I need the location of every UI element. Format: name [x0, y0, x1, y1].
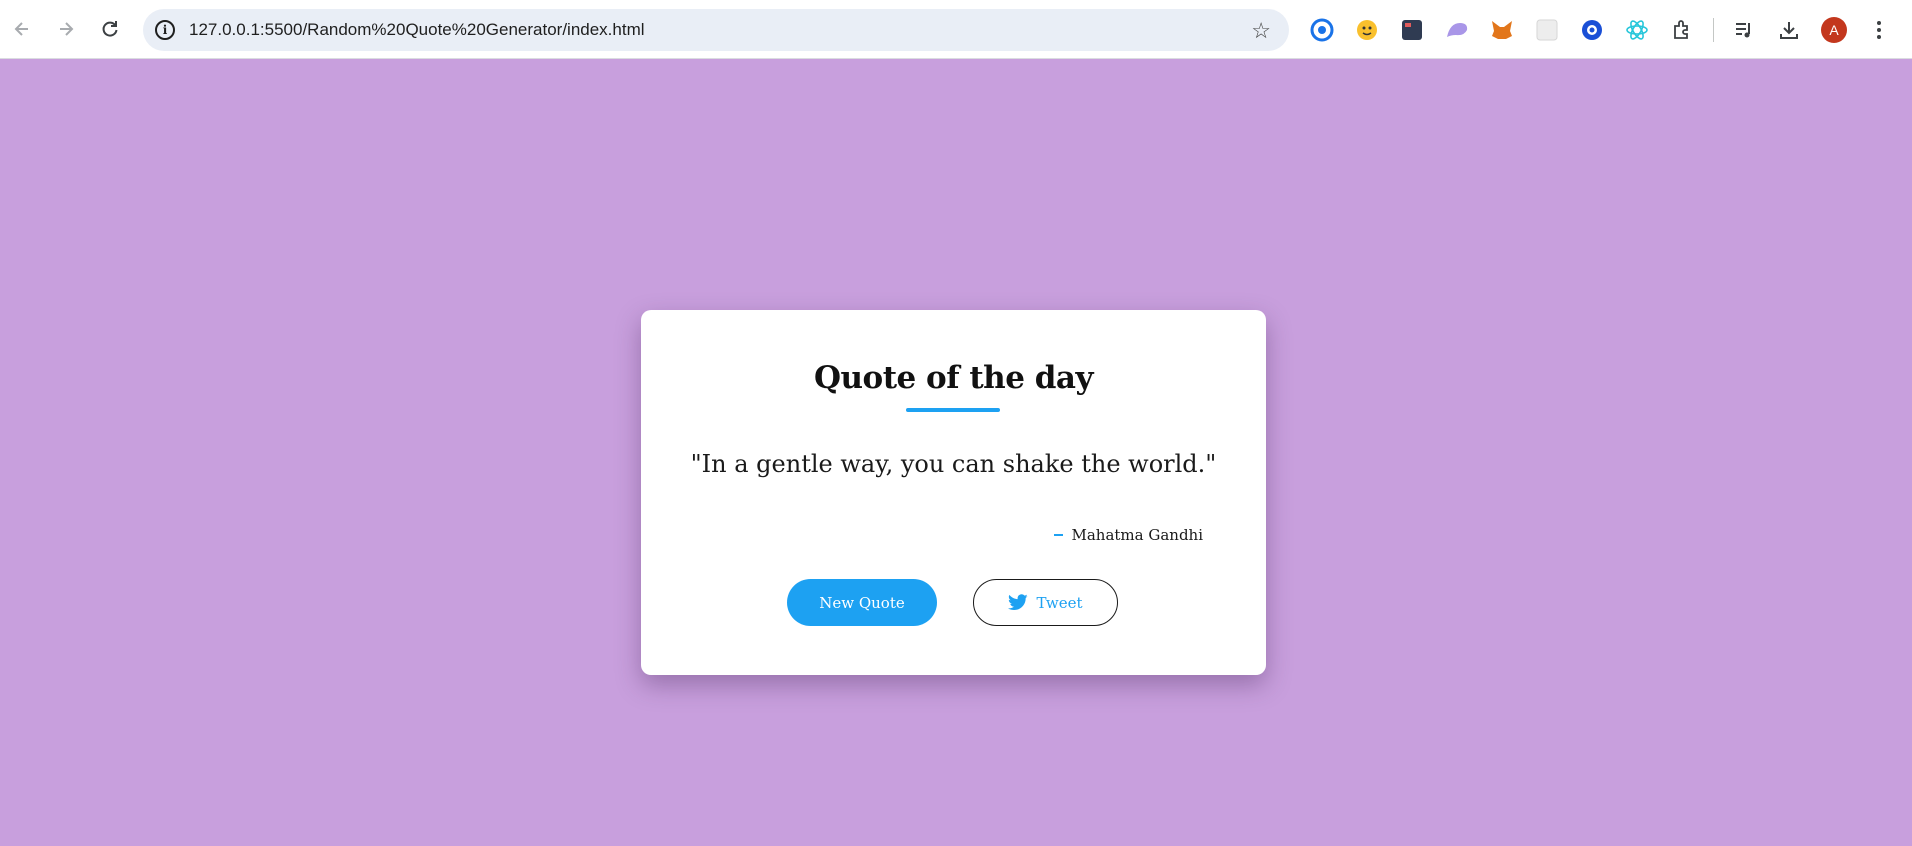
- title-underline: [906, 408, 1000, 412]
- back-arrow-icon: [14, 22, 28, 36]
- nav-buttons: [0, 7, 132, 51]
- extension-blue-ring-icon[interactable]: [1306, 14, 1338, 46]
- site-info-icon[interactable]: i: [155, 20, 175, 40]
- reload-icon: [102, 21, 118, 37]
- extension-purple-shape-icon[interactable]: [1441, 14, 1473, 46]
- quote-text: "In a gentle way, you can shake the worl…: [690, 450, 1217, 478]
- author-dash: [1054, 534, 1064, 536]
- menu-kebab-icon[interactable]: [1863, 14, 1895, 46]
- download-icon[interactable]: [1773, 14, 1805, 46]
- card-title: Quote of the day: [813, 360, 1094, 396]
- profile-avatar[interactable]: A: [1818, 14, 1850, 46]
- browser-toolbar: i 127.0.0.1:5500/Random%20Quote%20Genera…: [0, 0, 1912, 59]
- tweet-button[interactable]: Tweet: [973, 579, 1118, 626]
- extension-grid-icon[interactable]: [1531, 14, 1563, 46]
- new-quote-button[interactable]: New Quote: [787, 579, 937, 626]
- extension-atom-icon[interactable]: [1621, 14, 1653, 46]
- extensions-puzzle-icon[interactable]: [1666, 14, 1698, 46]
- bookmark-star-icon[interactable]: ☆: [1251, 18, 1271, 44]
- media-queue-icon[interactable]: [1728, 14, 1760, 46]
- quote-card: Quote of the day "In a gentle way, you c…: [641, 310, 1266, 675]
- extension-dark-app-icon[interactable]: [1396, 14, 1428, 46]
- avatar-letter: A: [1821, 17, 1847, 43]
- quote-author: Mahatma Gandhi: [1054, 526, 1203, 544]
- author-name: Mahatma Gandhi: [1071, 526, 1203, 544]
- forward-arrow-icon: [60, 22, 74, 36]
- extension-target-icon[interactable]: [1576, 14, 1608, 46]
- twitter-bird-icon: [1008, 594, 1029, 610]
- url-text[interactable]: 127.0.0.1:5500/Random%20Quote%20Generato…: [189, 20, 645, 40]
- tweet-label: Tweet: [1036, 593, 1083, 612]
- extensions-bar: A: [1306, 13, 1908, 47]
- toolbar-separator: [1713, 18, 1714, 42]
- new-quote-label: New Quote: [819, 593, 905, 612]
- address-bar[interactable]: i 127.0.0.1:5500/Random%20Quote%20Genera…: [143, 9, 1289, 51]
- back-button[interactable]: [0, 7, 44, 51]
- extension-smiley-icon[interactable]: [1351, 14, 1383, 46]
- extension-fox-icon[interactable]: [1486, 14, 1518, 46]
- forward-button[interactable]: [44, 7, 88, 51]
- reload-button[interactable]: [88, 7, 132, 51]
